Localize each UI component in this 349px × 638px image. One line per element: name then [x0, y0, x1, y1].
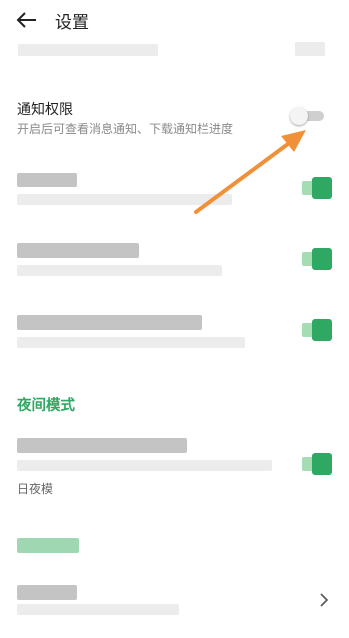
night-mode-row-subtitle: 日夜模 [17, 482, 54, 496]
back-button[interactable] [12, 6, 42, 34]
blurred-row-title [17, 438, 187, 453]
arrow-left-icon [16, 12, 36, 28]
blurred-row-title [17, 585, 77, 600]
blurred-text [18, 44, 158, 56]
toggle-knob [312, 177, 332, 199]
blurred-toggle-on[interactable] [302, 319, 332, 341]
blurred-row-title [17, 243, 139, 258]
night-mode-section-title: 夜间模式 [17, 398, 75, 414]
toggle-knob [312, 453, 332, 475]
blurred-toggle-on[interactable] [302, 248, 332, 270]
blurred-row-title [17, 173, 77, 187]
chevron-right-icon[interactable] [318, 592, 330, 608]
toggle-knob [312, 319, 332, 341]
app-header: 设置 [0, 0, 349, 40]
blurred-row-subtitle [17, 337, 245, 348]
blurred-toggle [295, 42, 325, 56]
blurred-row-title [17, 315, 202, 330]
notification-permission-toggle[interactable] [290, 107, 324, 125]
notification-permission-title: 通知权限 [17, 102, 73, 118]
notification-permission-subtitle: 开启后可查看消息通知、下载通知栏进度 [17, 122, 234, 136]
toggle-knob [312, 248, 332, 270]
toggle-knob [290, 107, 308, 125]
chevron-right-icon [320, 593, 329, 607]
blurred-row-subtitle [17, 265, 222, 276]
blurred-section-title [17, 538, 79, 553]
blurred-row-subtitle [17, 604, 179, 615]
night-mode-toggle[interactable] [302, 453, 332, 475]
blurred-row-subtitle [17, 194, 232, 205]
blurred-row-subtitle [17, 460, 272, 471]
blurred-toggle-on[interactable] [302, 177, 332, 199]
page-title: 设置 [55, 13, 89, 33]
